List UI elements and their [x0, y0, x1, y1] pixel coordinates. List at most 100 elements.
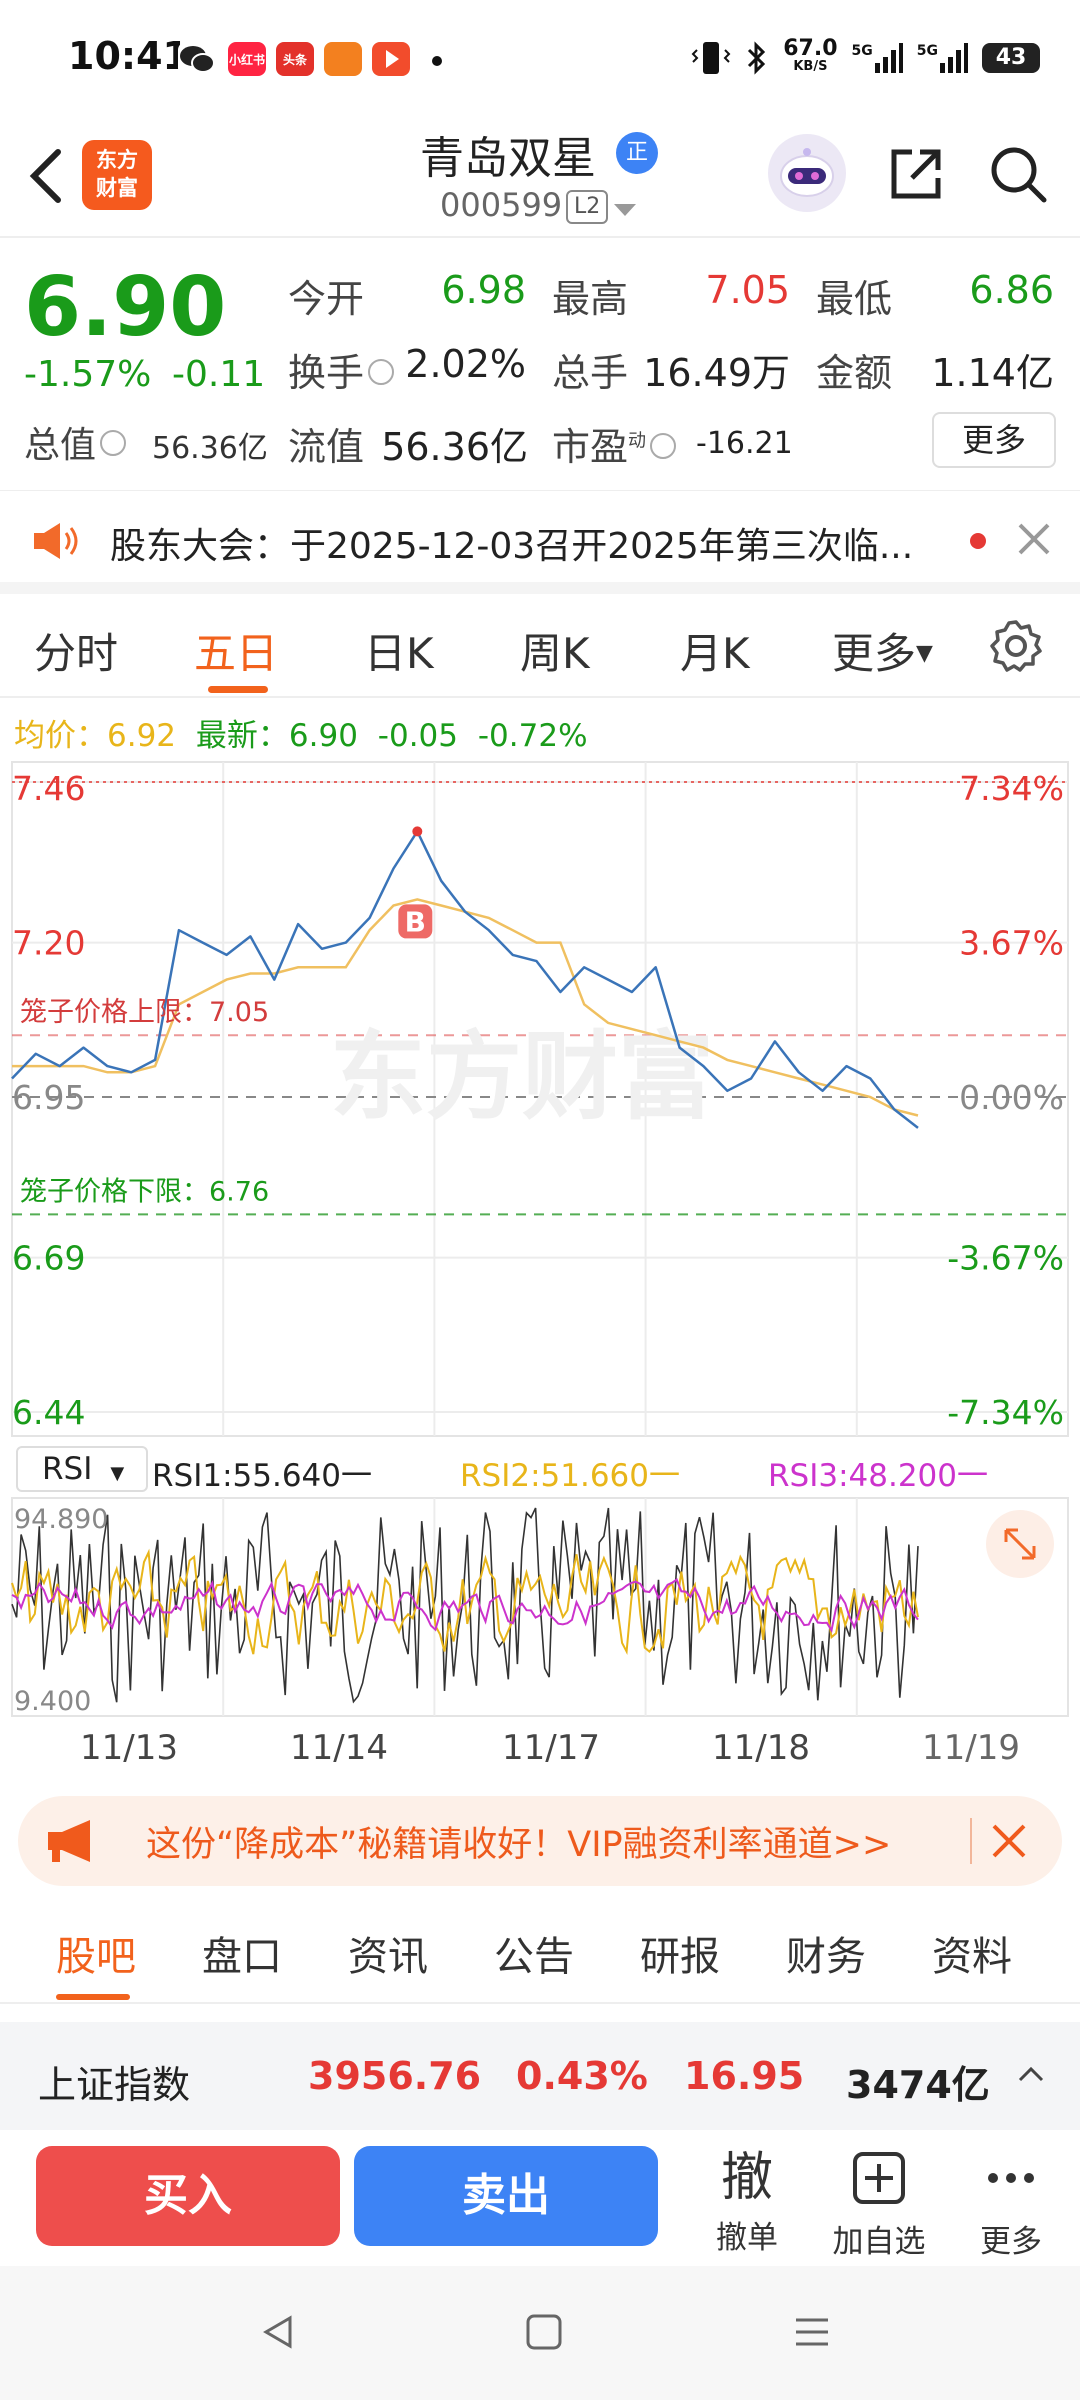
index-percent: 0.43% — [516, 2054, 648, 2098]
info-icon[interactable] — [650, 432, 677, 459]
tab-financials[interactable]: 财务 — [786, 1924, 866, 1982]
rsi-lines — [11, 1507, 919, 1704]
lower-limit-label: 笼子价格下限：6.76 — [20, 1176, 269, 1207]
date-axis: 11/13 11/14 11/17 11/18 11/19 — [0, 1722, 1080, 1782]
unread-dot — [970, 533, 986, 549]
close-icon[interactable] — [1012, 517, 1056, 561]
tab-intraday[interactable]: 分时 — [34, 620, 118, 681]
expand-icon[interactable] — [986, 1510, 1054, 1578]
index-amount: 3474亿 — [846, 2063, 990, 2107]
rsi1-value: RSI1:55.640一 — [152, 1458, 372, 1494]
date-label: 11/13 — [80, 1728, 178, 1768]
sell-button[interactable]: 卖出 — [354, 2146, 658, 2246]
status-indicators: 67.0 KB/S 5G 5G 43 — [691, 38, 1040, 78]
tab-announcements[interactable]: 公告 — [494, 1924, 574, 1982]
more-actions-button[interactable]: 更多 — [956, 2150, 1066, 2261]
nav-menu-icon[interactable] — [792, 2312, 832, 2352]
amount-label: 金额 — [816, 351, 893, 395]
caret-down-icon: ▼ — [110, 1463, 125, 1484]
date-label: 11/19 — [922, 1728, 1020, 1768]
tab-daily-k[interactable]: 日K — [364, 620, 434, 681]
video-icon — [372, 42, 410, 76]
tab-profile[interactable]: 资料 — [932, 1924, 1012, 1982]
date-label: 11/18 — [712, 1728, 810, 1768]
float-value-label: 流值 — [288, 425, 365, 469]
chevron-down-icon[interactable] — [614, 204, 636, 216]
status-time: 10:41 — [68, 34, 189, 78]
signal-icon-2: 5G — [917, 43, 968, 73]
indicator-select[interactable]: RSI ▼ — [16, 1446, 148, 1492]
avg-label: 均价： — [14, 718, 107, 754]
high-point — [412, 826, 423, 837]
nav-home-icon[interactable] — [524, 2312, 564, 2352]
rsi-max-label: 94.890 — [14, 1504, 108, 1535]
tab-more[interactable]: 更多▼ — [832, 620, 933, 681]
rsi-chart[interactable]: 94.890 9.400 — [0, 1496, 1080, 1720]
index-ticker[interactable]: 上证指数 3956.76 0.43% 16.95 3474亿 — [0, 2022, 1080, 2130]
vip-promo-banner[interactable]: 这份“降成本”秘籍请收好！VIP融资利率通道>> — [18, 1796, 1062, 1886]
level2-badge[interactable]: L2 — [566, 190, 609, 224]
chevron-up-icon[interactable] — [1016, 2062, 1046, 2086]
tab-monthly-k[interactable]: 月K — [680, 620, 750, 681]
app-icon — [324, 42, 362, 76]
index-value: 3956.76 — [308, 2054, 482, 2098]
wechat-icon — [178, 42, 216, 76]
net-speed: 67.0 KB/S — [783, 36, 838, 75]
buy-marker-label: B — [405, 905, 426, 938]
total-value: 56.36亿 — [152, 431, 268, 466]
tab-forum[interactable]: 股吧 — [56, 1924, 136, 1982]
back-icon[interactable] — [22, 144, 70, 208]
ai-assistant-icon[interactable] — [768, 134, 846, 212]
watermark: 东方财富 — [330, 1021, 714, 1133]
chart-tabs: 分时 五日 日K 周K 月K 更多▼ — [0, 606, 1080, 698]
quote-panel: 6.90 -1.57% -0.11 总值 56.36亿 今开 6.98 最高 7… — [0, 240, 1080, 488]
five-day-price-chart[interactable]: 东方财富 B 7.46 7.20 6.95 6.69 6.44 7.34% 3.67% 0.0… — [0, 760, 1080, 1440]
vip-promo-text[interactable]: 这份“降成本”秘籍请收好！VIP融资利率通道>> — [146, 1816, 891, 1867]
buy-button[interactable]: 买入 — [36, 2146, 340, 2246]
tab-order-book[interactable]: 盘口 — [202, 1924, 282, 1982]
latest-value: 6.90 — [288, 718, 358, 754]
divider — [970, 1818, 972, 1864]
close-icon[interactable] — [986, 1818, 1032, 1864]
latest-change: -0.05 — [377, 718, 458, 754]
battery-icon: 43 — [982, 43, 1040, 73]
more-quote-button[interactable]: 更多 — [932, 412, 1056, 468]
low-label: 最低 — [816, 277, 893, 321]
caret-down-icon: ▼ — [916, 641, 933, 666]
nav-back-icon[interactable] — [258, 2312, 298, 2352]
info-icon[interactable] — [100, 430, 127, 456]
more-notifications-dot — [432, 56, 442, 66]
notice-text[interactable]: 股东大会：于2025-12-03召开2025年第三次临... — [110, 517, 913, 569]
stock-header: 东方 财富 青岛双星 正 000599 L2 — [0, 120, 1080, 238]
y-axis-percent-label: -7.34% — [947, 1393, 1064, 1432]
latest-label: 最新： — [195, 718, 289, 754]
gear-icon[interactable] — [988, 618, 1044, 674]
change-percent: -1.57% — [24, 354, 152, 395]
y-axis-label: 6.44 — [12, 1393, 85, 1432]
rsi3-series — [11, 1577, 919, 1633]
tab-news[interactable]: 资讯 — [348, 1924, 428, 1982]
signal-icon: 5G — [852, 43, 903, 73]
trade-action-bar: 买入 卖出 撤 撤单 加自选 更多 — [0, 2130, 1080, 2266]
open-value: 6.98 — [441, 268, 526, 312]
search-icon[interactable] — [986, 142, 1050, 206]
tab-five-day[interactable]: 五日 — [194, 620, 278, 681]
vibrate-icon — [691, 42, 731, 74]
rsi-indicator-bar: RSI ▼ RSI1:55.640一 RSI2:51.660一 RSI3:48.2… — [0, 1444, 1080, 1494]
notice-bar[interactable]: 股东大会：于2025-12-03召开2025年第三次临... — [0, 490, 1080, 594]
index-name: 上证指数 — [38, 2063, 191, 2107]
status-badge: 正 — [616, 132, 658, 174]
y-axis-percent-label: 0.00% — [959, 1078, 1064, 1117]
info-icon[interactable] — [368, 358, 395, 385]
high-value: 7.05 — [705, 268, 790, 312]
stock-code[interactable]: 000599 — [440, 186, 562, 224]
rsi3-value: RSI3:48.200一 — [768, 1458, 988, 1494]
date-label: 11/17 — [502, 1728, 600, 1768]
y-axis-percent-label: -3.67% — [947, 1239, 1064, 1278]
tab-weekly-k[interactable]: 周K — [520, 620, 590, 681]
share-icon[interactable] — [884, 142, 948, 206]
tab-underline — [208, 686, 268, 693]
add-watchlist-button[interactable]: 加自选 — [824, 2150, 934, 2261]
cancel-order-button[interactable]: 撤 撤单 — [692, 2150, 802, 2257]
tab-research[interactable]: 研报 — [640, 1924, 720, 1982]
